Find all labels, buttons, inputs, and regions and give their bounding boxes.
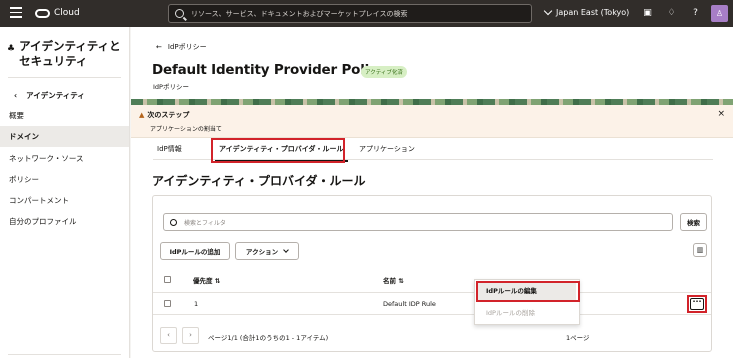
pagination-text: ページ1/1 (合計1のうちの1 - 1アイテム): [208, 334, 329, 342]
page-subtitle: IdPポリシー: [153, 83, 189, 91]
cell-name: Default IDP Rule: [383, 300, 436, 308]
main-content: ← IdPポリシー Default Identity Provider Poli…: [131, 27, 733, 358]
region-label: Japan East (Tokyo): [556, 8, 630, 17]
column-priority-label: 優先度: [193, 277, 213, 285]
tab-idp-info[interactable]: IdP情報: [153, 138, 186, 160]
tab-applications[interactable]: アプリケーション: [355, 138, 419, 160]
global-search-input[interactable]: リソース、サービス、ドキュメントおよびマーケットプレイスの検索: [168, 4, 532, 23]
sidebar-item-overview[interactable]: 概要: [0, 105, 129, 126]
search-placeholder: リソース、サービス、ドキュメントおよびマーケットプレイスの検索: [191, 9, 408, 18]
pagination-page-label: 1ページ: [566, 334, 590, 342]
divider: [8, 77, 121, 78]
sidebar-item-domains[interactable]: ドメイン: [0, 126, 129, 147]
notification-bell-icon[interactable]: ♢: [666, 8, 677, 19]
chevron-left-icon: ‹: [14, 91, 18, 100]
chevron-down-icon: [543, 6, 553, 16]
table-header: 優先度 ⇅ 名前 ⇅: [153, 265, 711, 293]
divider: [8, 354, 121, 355]
column-header-name[interactable]: 名前 ⇅: [383, 275, 404, 285]
row-actions-menu: IdPルールの編集 IdPルールの削除: [474, 279, 580, 325]
select-all-checkbox[interactable]: [164, 276, 171, 283]
oracle-cloud-logo[interactable]: Cloud: [35, 8, 80, 18]
search-icon: [175, 9, 184, 18]
actions-button-label: アクション: [245, 248, 279, 256]
highlight-box: [476, 281, 580, 302]
previous-page-button[interactable]: ‹: [160, 327, 177, 344]
column-header-priority[interactable]: 優先度 ⇅: [193, 275, 220, 285]
back-to-idp-policies-link[interactable]: ← IdPポリシー: [156, 42, 207, 52]
sidebar-item-policies[interactable]: ポリシー: [0, 169, 129, 190]
sidebar: ♣ アイデンティティとセキュリティ ‹ アイデンティティ 概要 ドメイン ネット…: [0, 27, 130, 358]
menu-icon[interactable]: [10, 7, 22, 19]
delete-idp-rule-menu-item[interactable]: IdPルールの削除: [478, 305, 576, 322]
identity-icon: ♣: [7, 44, 16, 54]
notice-title: ▲ 次のステップ: [139, 110, 189, 120]
user-avatar-icon[interactable]: ♙: [711, 5, 728, 22]
sidebar-item-my-profile[interactable]: 自分のプロファイル: [0, 211, 129, 232]
help-icon[interactable]: ?: [690, 8, 701, 19]
region-selector[interactable]: Japan East (Tokyo): [543, 6, 630, 17]
sidebar-back-link[interactable]: ‹ アイデンティティ: [14, 90, 85, 101]
sidebar-title: アイデンティティとセキュリティ: [19, 39, 121, 68]
arrow-left-icon: ←: [156, 43, 162, 51]
cloud-shell-icon[interactable]: ▣: [642, 8, 653, 19]
table-row: 1 Default IDP Rule ···: [153, 293, 711, 315]
search-button[interactable]: 検索: [680, 213, 707, 231]
chevron-down-icon: [283, 247, 289, 253]
back-link-label: IdPポリシー: [167, 43, 207, 51]
warning-icon: ▲: [139, 111, 145, 119]
notice-body: アプリケーションの割当て: [150, 126, 222, 133]
search-icon: [170, 218, 177, 226]
next-steps-notice: ▲ 次のステップ アプリケーションの割当て ×: [131, 105, 733, 138]
tab-bar: IdP情報 アイデンティティ・プロバイダ・ルール アプリケーション: [153, 138, 713, 163]
content-area: IdP情報 アイデンティティ・プロバイダ・ルール アプリケーション アイデンティ…: [131, 138, 733, 358]
column-name-label: 名前: [383, 277, 396, 285]
status-badge: アクティブ化済: [361, 66, 407, 78]
rules-panel: 検索とフィルタ 検索 IdPルールの追加 アクション ▥ 優先度 ⇅ 名前 ⇅: [152, 195, 712, 352]
cell-priority: 1: [194, 300, 199, 308]
add-idp-rule-button[interactable]: IdPルールの追加: [160, 242, 230, 260]
oracle-logo-icon: [35, 8, 50, 18]
logo-text: Cloud: [54, 8, 80, 18]
next-page-button[interactable]: ›: [182, 327, 199, 344]
actions-button[interactable]: アクション: [235, 242, 299, 260]
filter-input[interactable]: 検索とフィルタ: [163, 213, 673, 231]
close-icon[interactable]: ×: [717, 109, 725, 119]
sidebar-header: ♣ アイデンティティとセキュリティ: [7, 39, 129, 69]
section-title: アイデンティティ・プロバイダ・ルール: [152, 174, 366, 188]
page-header: ← IdPポリシー Default Identity Provider Poli…: [131, 27, 733, 99]
column-settings-icon[interactable]: ▥: [693, 243, 707, 257]
sort-icon: ⇅: [214, 277, 221, 285]
highlight-box: [687, 295, 707, 313]
sidebar-item-network-sources[interactable]: ネットワーク・ソース: [0, 148, 129, 169]
sidebar-back-label: アイデンティティ: [26, 91, 85, 100]
highlight-box: [211, 138, 345, 163]
sort-icon: ⇅: [398, 277, 404, 285]
filter-placeholder: 検索とフィルタ: [184, 219, 226, 227]
row-checkbox[interactable]: [164, 300, 171, 307]
page-title: Default Identity Provider Policy: [152, 62, 386, 78]
notice-title-text: 次のステップ: [147, 111, 190, 119]
sidebar-item-compartments[interactable]: コンパートメント: [0, 190, 129, 211]
top-navigation-bar: Cloud リソース、サービス、ドキュメントおよびマーケットプレイスの検索 Ja…: [0, 0, 733, 27]
